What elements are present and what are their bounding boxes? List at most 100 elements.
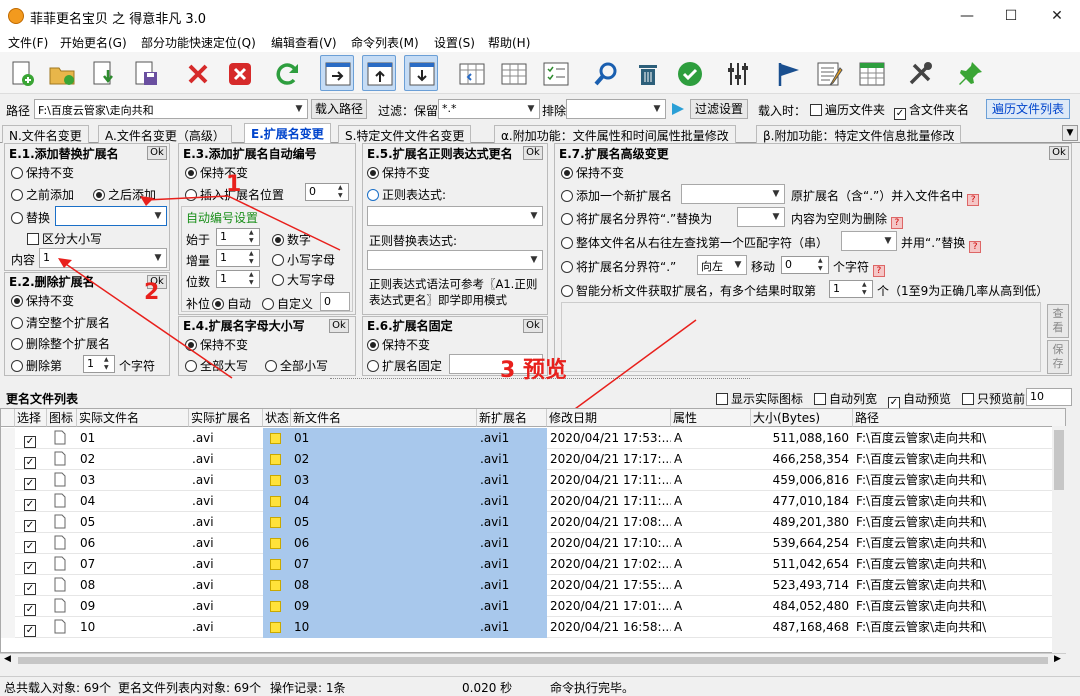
include-folder-name-checkbox[interactable]: ✓ 含文件夹名 — [894, 101, 969, 120]
digits-stepper[interactable]: 1 — [216, 270, 260, 288]
checkmark-icon[interactable]: ✓ — [24, 457, 36, 469]
radio[interactable] — [262, 298, 274, 310]
col-path[interactable]: 路径 — [853, 409, 1065, 427]
row-indicator[interactable] — [1, 470, 15, 491]
chevron-down-icon[interactable]: ▼ — [523, 100, 539, 118]
chevron-down-icon[interactable]: ▼ — [730, 256, 746, 274]
menu-file[interactable]: 文件(F) — [8, 34, 48, 51]
save-icon[interactable] — [128, 55, 162, 91]
checkmark-icon[interactable]: ✓ — [24, 625, 36, 637]
checkmark-icon[interactable]: ✓ — [24, 436, 36, 448]
help-icon[interactable]: ? — [872, 265, 885, 277]
horizontal-scrollbar[interactable]: ◀ ▶ — [0, 653, 1066, 667]
table-row[interactable]: ✓ 01 .avi 01 .avi1 2020/04/21 17:53:... A 511,0… — [1, 428, 1065, 449]
radio[interactable] — [561, 213, 573, 225]
e5-ok-button[interactable]: Ok — [523, 146, 543, 160]
tab-attributes[interactable]: α.附加功能：文件属性和时间属性批量修改 — [494, 125, 736, 143]
delete-icon[interactable] — [180, 55, 214, 91]
horizontal-scroll-thumb[interactable] — [18, 657, 1048, 664]
radio[interactable] — [11, 167, 23, 179]
edit-list-icon[interactable] — [812, 55, 846, 91]
minimize-button[interactable]: — — [944, 0, 990, 32]
row-indicator[interactable] — [1, 428, 15, 449]
start-stepper[interactable]: 1 — [216, 228, 260, 246]
e6-keep-radio[interactable]: 保持不变 — [367, 336, 430, 353]
vertical-scrollbar[interactable] — [1052, 426, 1066, 653]
e1-before-radio[interactable]: 之前添加 — [11, 186, 74, 203]
e1-replace-combobox[interactable]: ▼ — [55, 206, 167, 226]
table-row[interactable]: ✓ 03 .avi 03 .avi1 2020/04/21 17:11:... A 459,0… — [1, 470, 1065, 491]
e2-delete-all-radio[interactable]: 删除整个扩展名 — [11, 335, 110, 352]
radio[interactable] — [561, 285, 573, 297]
menu-start-rename[interactable]: 开始更名(G) — [60, 34, 127, 51]
e1-after-radio[interactable]: 之后添加 — [93, 186, 156, 203]
radio[interactable] — [272, 274, 284, 286]
col-select[interactable]: 选择 — [15, 409, 47, 427]
e7-opt5-stepper[interactable]: 1 — [829, 280, 873, 298]
view-button[interactable]: 查看 — [1047, 304, 1069, 338]
tab-filename-advanced[interactable]: A.文件名变更（高级） — [98, 125, 232, 143]
checkmark-icon[interactable]: ✓ — [24, 520, 36, 532]
radio-selected[interactable] — [185, 339, 197, 351]
e7-delim-combobox[interactable]: ▼ — [737, 207, 785, 227]
row-checkbox[interactable]: ✓ — [21, 491, 41, 512]
radio-selected[interactable] — [367, 339, 379, 351]
e7-move-stepper[interactable]: 0 — [781, 256, 829, 274]
row-indicator[interactable] — [1, 533, 15, 554]
radio[interactable] — [185, 360, 197, 372]
tab-filename[interactable]: N.文件名变更 — [2, 125, 89, 143]
checkmark-icon[interactable]: ✓ — [24, 541, 36, 553]
e4-keep-radio[interactable]: 保持不变 — [185, 336, 248, 353]
pad-custom-input[interactable]: 0 — [320, 292, 350, 311]
pin-icon[interactable] — [952, 55, 986, 91]
col-actual-name[interactable]: 实际文件名 — [77, 409, 189, 427]
col-size[interactable]: 大小(Bytes) — [751, 409, 853, 427]
row-checkbox[interactable]: ✓ — [21, 575, 41, 596]
vertical-scroll-thumb[interactable] — [1054, 430, 1064, 490]
row-checkbox[interactable]: ✓ — [21, 428, 41, 449]
radio[interactable] — [561, 237, 573, 249]
open-folder-icon[interactable] — [44, 55, 78, 91]
traverse-list-button[interactable]: 遍历文件列表 — [986, 99, 1070, 119]
save-button[interactable]: 保存 — [1047, 340, 1069, 374]
upper-radio[interactable]: 大写字母 — [272, 271, 335, 288]
checkbox[interactable] — [810, 104, 822, 116]
tools-icon[interactable] — [902, 55, 936, 91]
step-stepper[interactable]: 1 — [216, 249, 260, 267]
confirm-icon[interactable] — [672, 55, 706, 91]
path-combobox[interactable]: F:\百度云管家\走向共和 ▼ — [34, 99, 308, 119]
close-button[interactable]: ✕ — [1034, 0, 1080, 32]
e7-keep-radio[interactable]: 保持不变 — [561, 164, 624, 181]
checkmark-icon[interactable]: ✓ — [24, 604, 36, 616]
new-file-icon[interactable] — [4, 55, 38, 91]
e6-fixed-radio[interactable]: 扩展名固定 — [367, 357, 442, 374]
row-indicator[interactable] — [1, 512, 15, 533]
search-icon[interactable] — [588, 55, 622, 91]
digit-radio[interactable]: 数字 — [272, 231, 311, 248]
e1-ok-button[interactable]: Ok — [147, 146, 167, 160]
radio[interactable] — [185, 189, 197, 201]
checkmark-icon[interactable]: ✓ — [24, 478, 36, 490]
radio[interactable] — [272, 254, 284, 266]
table-row[interactable]: ✓ 08 .avi 08 .avi1 2020/04/21 17:55:... A 523,4… — [1, 575, 1065, 596]
help-icon[interactable]: ? — [890, 217, 903, 229]
e3-insert-pos-stepper[interactable]: 0 — [305, 183, 349, 201]
radio[interactable] — [367, 189, 379, 201]
table-row[interactable]: ✓ 05 .avi 05 .avi1 2020/04/21 17:08:... A 489,2… — [1, 512, 1065, 533]
scroll-left-icon[interactable]: ◀ — [4, 654, 11, 664]
row-checkbox[interactable]: ✓ — [21, 554, 41, 575]
checkmark-icon[interactable]: ✓ — [24, 562, 36, 574]
tab-extension[interactable]: E.扩展名变更 — [244, 123, 331, 144]
tab-specific-file[interactable]: S.特定文件文件名变更 — [338, 125, 472, 143]
row-indicator[interactable] — [1, 491, 15, 512]
e7-opt2-radio[interactable]: 将扩展名分界符“.”替换为 — [561, 210, 712, 227]
help-icon[interactable]: ? — [969, 241, 982, 253]
checkmark-icon[interactable]: ✓ — [24, 583, 36, 595]
e1-content-combobox[interactable]: 1 ▼ — [39, 248, 167, 268]
table-row[interactable]: ✓ 06 .avi 06 .avi1 2020/04/21 17:10:... A 539,6… — [1, 533, 1065, 554]
e5-keep-radio[interactable]: 保持不变 — [367, 164, 430, 181]
chevron-down-icon[interactable]: ▼ — [526, 207, 542, 225]
column-left-icon[interactable] — [454, 55, 488, 91]
lower-radio[interactable]: 小写字母 — [272, 251, 335, 268]
equalizer-icon[interactable] — [720, 55, 754, 91]
